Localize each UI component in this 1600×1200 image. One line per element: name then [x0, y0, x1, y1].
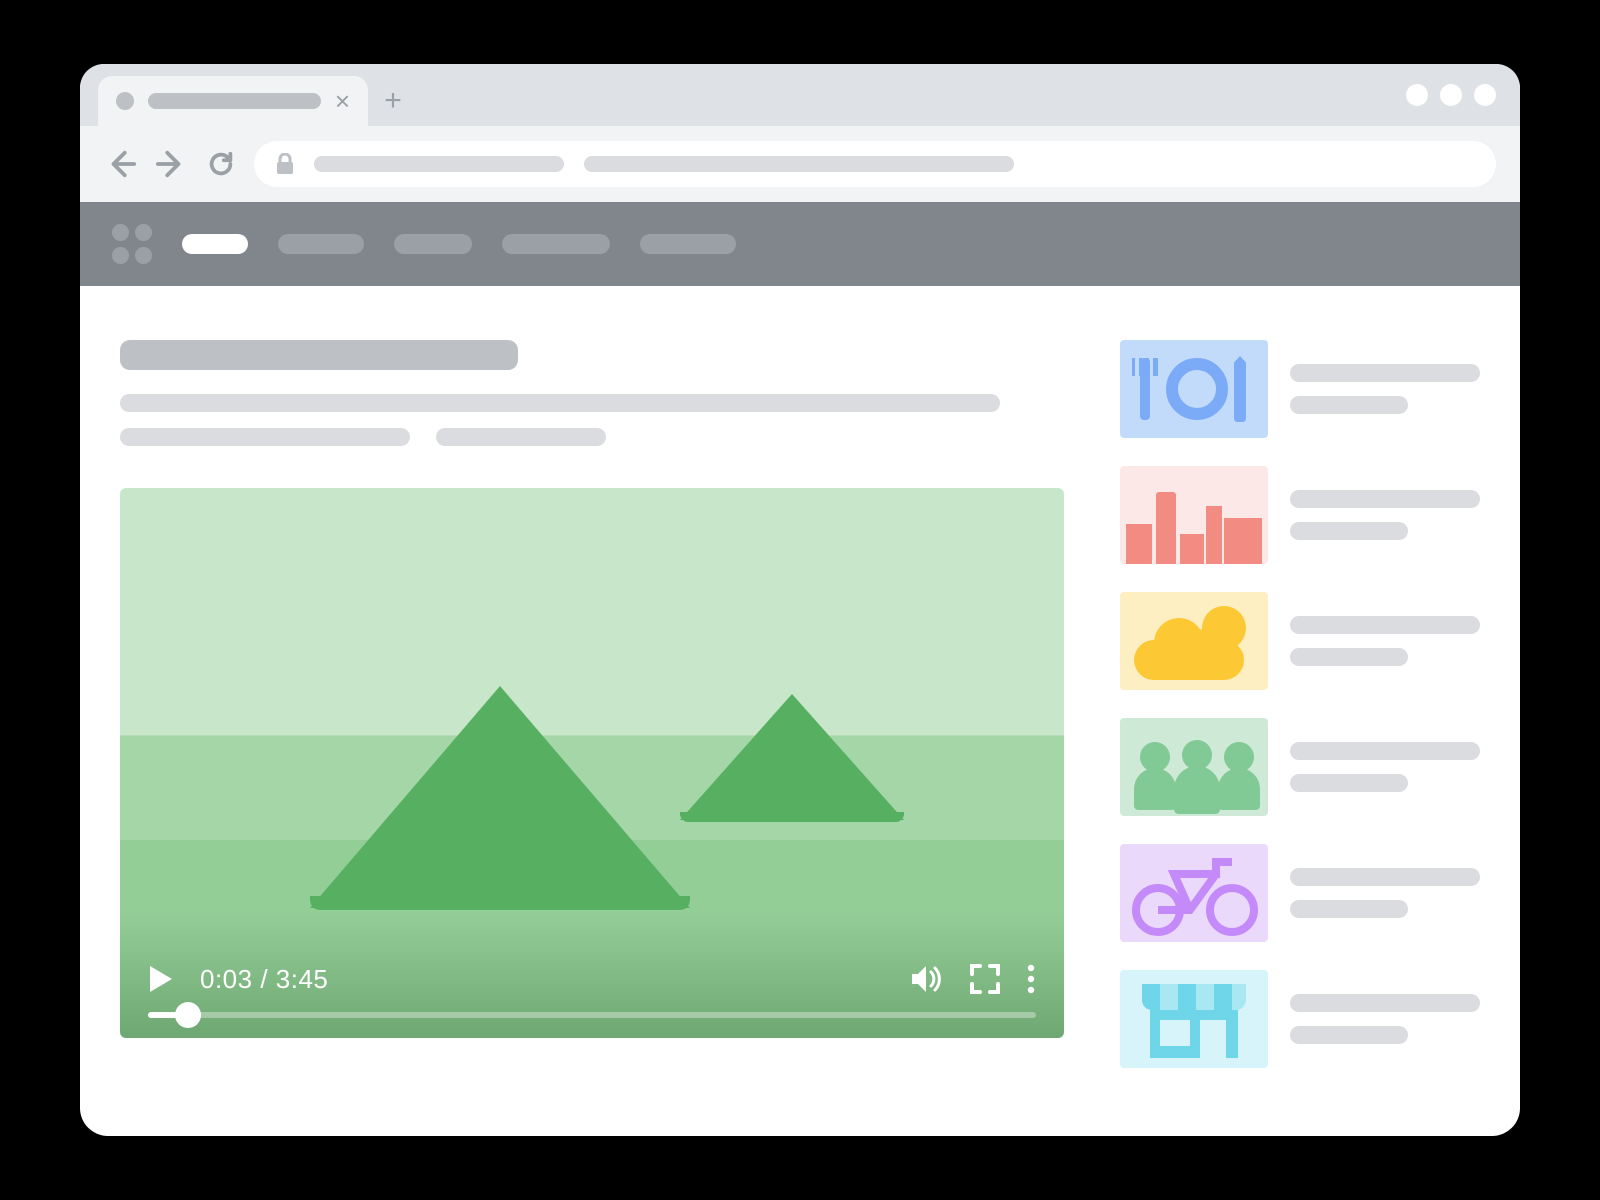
window-controls: [1406, 64, 1496, 126]
sidebar-card[interactable]: [1120, 718, 1480, 816]
app-logo-icon[interactable]: [112, 224, 152, 264]
people-group-icon: [1120, 718, 1268, 816]
fullscreen-icon: [970, 964, 1000, 994]
article-line-placeholder: [436, 428, 606, 446]
sidebar-card[interactable]: [1120, 844, 1480, 942]
more-options-button[interactable]: [1026, 964, 1036, 994]
hill-icon: [680, 694, 904, 820]
utensils-plate-icon: [1120, 340, 1268, 438]
card-line: [1290, 364, 1480, 382]
card-line: [1290, 900, 1408, 918]
video-player[interactable]: 0:03 / 3:45: [120, 488, 1064, 1038]
card-line: [1290, 490, 1480, 508]
seek-bar[interactable]: [148, 1012, 1036, 1018]
fullscreen-button[interactable]: [970, 964, 1000, 994]
card-line: [1290, 1026, 1408, 1044]
article-line-placeholder: [120, 428, 410, 446]
tab-favicon: [116, 92, 134, 110]
reload-icon: [206, 149, 236, 179]
card-line: [1290, 396, 1408, 414]
forward-button[interactable]: [154, 147, 188, 181]
site-nav-item[interactable]: [182, 234, 248, 254]
sun-cloud-icon: [1120, 592, 1268, 690]
browser-toolbar: [80, 126, 1520, 202]
more-vertical-icon: [1026, 964, 1036, 994]
card-line: [1290, 774, 1408, 792]
page-content: 0:03 / 3:45: [80, 286, 1520, 1136]
arrow-left-icon: [106, 149, 136, 179]
url-segment: [584, 156, 1014, 172]
browser-tab[interactable]: ×: [98, 76, 368, 126]
play-icon: [148, 964, 174, 994]
volume-button[interactable]: [910, 964, 944, 994]
reload-button[interactable]: [204, 147, 238, 181]
window-control-dot[interactable]: [1474, 84, 1496, 106]
storefront-icon: [1120, 970, 1268, 1068]
time-display: 0:03 / 3:45: [200, 964, 328, 995]
bicycle-icon: [1120, 844, 1268, 942]
card-line: [1290, 994, 1480, 1012]
main-column: 0:03 / 3:45: [120, 340, 1080, 1136]
site-header: [80, 202, 1520, 286]
tab-title-placeholder: [148, 93, 321, 109]
window-control-dot[interactable]: [1440, 84, 1462, 106]
player-controls: 0:03 / 3:45: [120, 952, 1064, 1038]
hill-icon: [310, 686, 690, 908]
volume-icon: [910, 964, 944, 994]
sidebar-card[interactable]: [1120, 340, 1480, 438]
sidebar: [1120, 340, 1480, 1136]
tab-strip: × +: [80, 64, 1520, 126]
arrow-right-icon: [156, 149, 186, 179]
article-line-placeholder: [120, 394, 1000, 412]
address-bar[interactable]: [254, 141, 1496, 187]
article-title-placeholder: [120, 340, 518, 370]
browser-window: × +: [80, 64, 1520, 1136]
site-nav-item[interactable]: [394, 234, 472, 254]
window-control-dot[interactable]: [1406, 84, 1428, 106]
back-button[interactable]: [104, 147, 138, 181]
new-tab-button[interactable]: +: [368, 76, 418, 126]
card-line: [1290, 648, 1408, 666]
lock-icon: [276, 153, 294, 175]
seek-thumb[interactable]: [175, 1002, 201, 1028]
card-line: [1290, 616, 1480, 634]
card-line: [1290, 742, 1480, 760]
card-line: [1290, 868, 1480, 886]
sidebar-card[interactable]: [1120, 970, 1480, 1068]
site-nav-item[interactable]: [640, 234, 736, 254]
sidebar-card[interactable]: [1120, 592, 1480, 690]
card-line: [1290, 522, 1408, 540]
url-segment: [314, 156, 564, 172]
close-tab-icon[interactable]: ×: [335, 88, 350, 114]
sidebar-card[interactable]: [1120, 466, 1480, 564]
city-skyline-icon: [1120, 466, 1268, 564]
site-nav-item[interactable]: [278, 234, 364, 254]
site-nav-item[interactable]: [502, 234, 610, 254]
play-button[interactable]: [148, 964, 174, 994]
